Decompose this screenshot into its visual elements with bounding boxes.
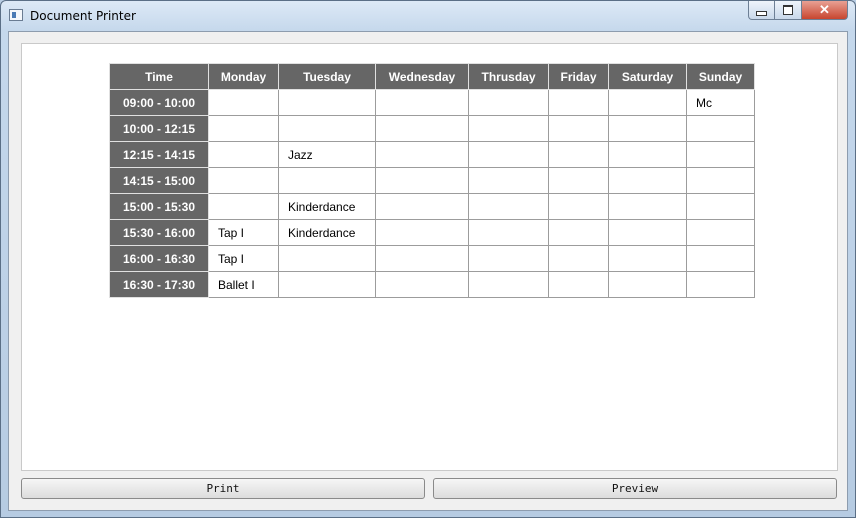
class-cell	[608, 193, 687, 220]
class-cell	[686, 141, 755, 168]
class-cell	[468, 167, 549, 194]
title-bar[interactable]: Document Printer ✕	[1, 1, 855, 31]
time-slot-cell: 16:00 - 16:30	[109, 245, 209, 272]
class-cell	[548, 219, 609, 246]
window-title: Document Printer	[30, 9, 136, 23]
close-icon: ✕	[819, 2, 830, 17]
class-cell	[608, 115, 687, 142]
class-cell	[686, 193, 755, 220]
schedule-table: Time Monday Tuesday Wednesday Thrusday F…	[109, 63, 755, 298]
column-header-monday: Monday	[208, 63, 279, 90]
class-cell	[608, 219, 687, 246]
client-area: Time Monday Tuesday Wednesday Thrusday F…	[8, 31, 848, 511]
class-cell	[208, 141, 279, 168]
class-cell	[468, 193, 549, 220]
document-printer-window: Document Printer ✕ Time Monday Tuesday W…	[0, 0, 856, 518]
class-cell	[375, 245, 469, 272]
table-row: 14:15 - 15:00	[109, 167, 755, 194]
class-cell	[686, 167, 755, 194]
class-cell	[375, 167, 469, 194]
table-row: 16:30 - 17:30 Ballet I	[109, 271, 755, 298]
class-cell: Kinderdance	[278, 193, 376, 220]
table-row: 16:00 - 16:30 Tap I	[109, 245, 755, 272]
class-cell	[548, 193, 609, 220]
class-cell	[468, 271, 549, 298]
time-slot-cell: 10:00 - 12:15	[109, 115, 209, 142]
class-cell	[208, 193, 279, 220]
class-cell	[686, 271, 755, 298]
class-cell	[608, 271, 687, 298]
class-cell	[548, 89, 609, 116]
column-header-sunday: Sunday	[686, 63, 755, 90]
column-header-tuesday: Tuesday	[278, 63, 376, 90]
class-cell	[686, 115, 755, 142]
maximize-button[interactable]	[775, 1, 802, 20]
time-slot-cell: 15:00 - 15:30	[109, 193, 209, 220]
class-cell	[375, 219, 469, 246]
preview-button[interactable]: Preview	[433, 478, 837, 499]
class-cell	[468, 219, 549, 246]
table-row: 15:30 - 16:00 Tap I Kinderdance	[109, 219, 755, 246]
document-view[interactable]: Time Monday Tuesday Wednesday Thrusday F…	[21, 43, 838, 471]
class-cell	[278, 115, 376, 142]
class-cell	[375, 193, 469, 220]
schedule-body: 09:00 - 10:00 Mc 10:00 - 12:15 12:15 - 14:1…	[109, 89, 755, 298]
class-cell	[548, 245, 609, 272]
column-header-thursday: Thrusday	[468, 63, 549, 90]
class-cell	[278, 245, 376, 272]
time-slot-cell: 16:30 - 17:30	[109, 271, 209, 298]
table-row: 15:00 - 15:30 Kinderdance	[109, 193, 755, 220]
class-cell	[278, 167, 376, 194]
class-cell	[608, 167, 687, 194]
class-cell	[278, 89, 376, 116]
class-cell	[375, 89, 469, 116]
class-cell	[608, 89, 687, 116]
table-row: 09:00 - 10:00 Mc	[109, 89, 755, 116]
column-header-wednesday: Wednesday	[375, 63, 469, 90]
minimize-button[interactable]	[748, 1, 775, 20]
class-cell	[375, 271, 469, 298]
table-row: 10:00 - 12:15	[109, 115, 755, 142]
time-slot-cell: 15:30 - 16:00	[109, 219, 209, 246]
column-header-time: Time	[109, 63, 209, 90]
class-cell: Tap I	[208, 219, 279, 246]
class-cell	[208, 89, 279, 116]
class-cell	[468, 141, 549, 168]
class-cell	[686, 219, 755, 246]
column-header-saturday: Saturday	[608, 63, 687, 90]
class-cell	[686, 245, 755, 272]
class-cell: Mc	[686, 89, 755, 116]
header-row: Time Monday Tuesday Wednesday Thrusday F…	[109, 63, 755, 90]
print-button[interactable]: Print	[21, 478, 425, 499]
app-icon	[9, 9, 23, 21]
class-cell	[608, 141, 687, 168]
class-cell	[548, 141, 609, 168]
class-cell	[548, 115, 609, 142]
class-cell: Kinderdance	[278, 219, 376, 246]
class-cell	[548, 167, 609, 194]
time-slot-cell: 12:15 - 14:15	[109, 141, 209, 168]
class-cell: Jazz	[278, 141, 376, 168]
time-slot-cell: 14:15 - 15:00	[109, 167, 209, 194]
class-cell	[468, 89, 549, 116]
class-cell	[208, 167, 279, 194]
maximize-icon	[783, 5, 793, 15]
table-row: 12:15 - 14:15 Jazz	[109, 141, 755, 168]
class-cell	[278, 271, 376, 298]
class-cell	[548, 271, 609, 298]
class-cell: Ballet I	[208, 271, 279, 298]
class-cell	[375, 115, 469, 142]
class-cell	[468, 245, 549, 272]
close-button[interactable]: ✕	[802, 1, 848, 20]
class-cell	[468, 115, 549, 142]
minimize-icon	[756, 10, 767, 16]
class-cell	[608, 245, 687, 272]
column-header-friday: Friday	[548, 63, 609, 90]
class-cell	[375, 141, 469, 168]
time-slot-cell: 09:00 - 10:00	[109, 89, 209, 116]
class-cell: Tap I	[208, 245, 279, 272]
class-cell	[208, 115, 279, 142]
